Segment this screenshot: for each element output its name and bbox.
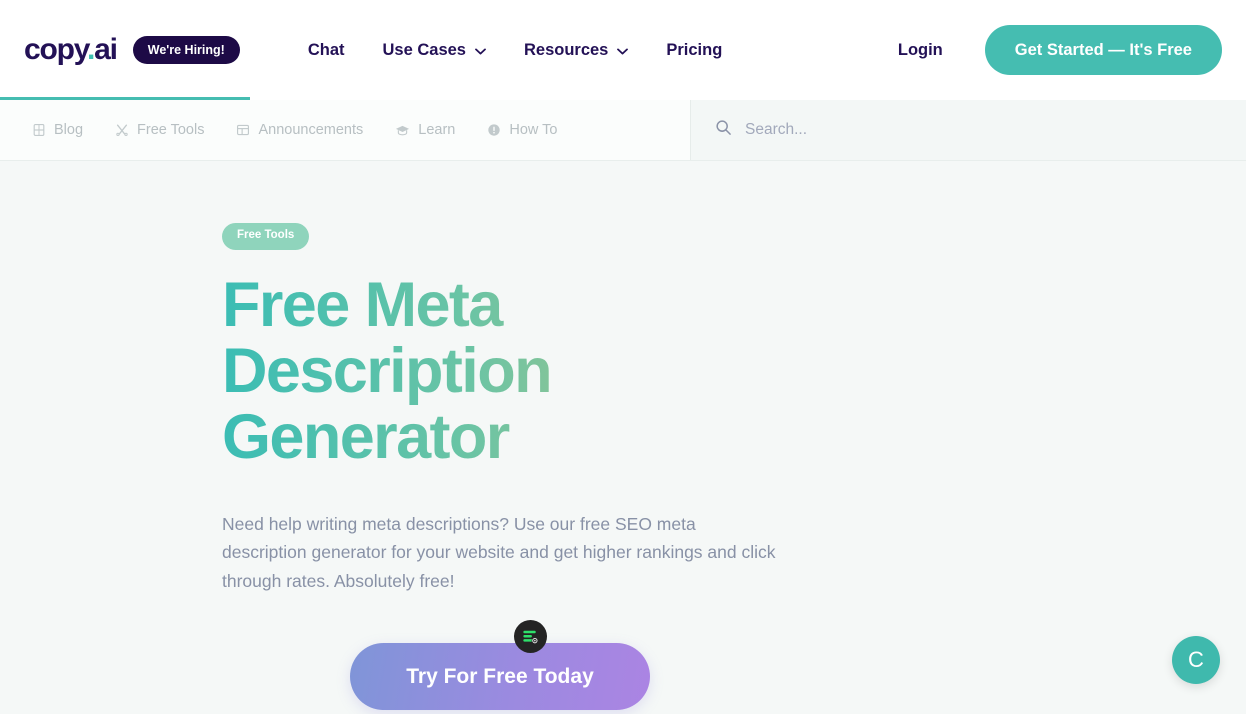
subnav-label: Learn: [418, 122, 456, 138]
page-title: Free Meta Description Generator: [222, 271, 822, 470]
category-badge[interactable]: Free Tools: [222, 223, 310, 250]
tools-icon: [115, 123, 129, 137]
subnav-label: Blog: [54, 122, 84, 138]
subnav-label: How To: [509, 122, 558, 138]
secondary-nav: Blog Free Tools Announcements Learn How: [0, 100, 690, 160]
hero-subtitle: Need help writing meta descriptions? Use…: [222, 513, 776, 591]
brand-logo[interactable]: copy.ai We're Hiring!: [24, 33, 240, 67]
book-icon: [32, 123, 46, 137]
layout-icon: [236, 123, 250, 137]
logo-suffix: ai: [94, 33, 118, 66]
site-header: copy.ai We're Hiring! Chat Use Cases Res…: [0, 0, 1246, 100]
nav-item-pricing[interactable]: Pricing: [666, 41, 722, 60]
nav-item-chat[interactable]: Chat: [308, 41, 345, 60]
subnav-label: Free Tools: [137, 122, 205, 138]
nav-label: Pricing: [666, 40, 723, 59]
get-started-button[interactable]: Get Started — It's Free: [984, 24, 1222, 76]
subnav-item-free-tools[interactable]: Free Tools: [115, 122, 204, 138]
hero-cta-wrapper: Try For Free Today: [222, 642, 778, 710]
search-icon: [715, 119, 732, 141]
subnav-item-announcements[interactable]: Announcements: [236, 122, 363, 138]
chevron-down-icon: [475, 48, 486, 55]
graduation-cap-icon: [395, 123, 410, 138]
primary-nav: Chat Use Cases Resources Pricing: [308, 41, 722, 60]
chevron-down-icon: [617, 48, 629, 55]
nav-label: Chat: [307, 40, 345, 59]
search-input[interactable]: [745, 121, 1105, 139]
logo-text: copy.ai: [24, 33, 118, 67]
nav-item-use-cases[interactable]: Use Cases: [383, 41, 486, 60]
secondary-nav-bar: Blog Free Tools Announcements Learn How: [0, 97, 1246, 161]
chat-launcher-glyph: C: [1188, 647, 1204, 672]
hiring-badge[interactable]: We're Hiring!: [132, 35, 240, 65]
green-bars-settings-icon[interactable]: [514, 620, 547, 653]
subnav-item-how-to[interactable]: How To: [487, 122, 557, 138]
hero-section: Free Tools Free Meta Description Generat…: [0, 161, 1246, 714]
nav-label: Resources: [523, 40, 609, 59]
header-actions: Login Get Started — It's Free: [898, 24, 1222, 76]
chat-launcher-button[interactable]: C: [1172, 636, 1220, 684]
info-circle-icon: [487, 123, 501, 137]
scroll-progress-bar: [0, 97, 250, 100]
search-bar[interactable]: [690, 100, 1246, 160]
nav-label: Use Cases: [382, 40, 466, 59]
subnav-item-blog[interactable]: Blog: [32, 122, 83, 138]
login-link[interactable]: Login: [898, 41, 943, 60]
subnav-item-learn[interactable]: Learn: [395, 122, 455, 138]
try-for-free-button[interactable]: Try For Free Today: [350, 642, 650, 710]
subnav-label: Announcements: [258, 122, 364, 138]
nav-item-resources[interactable]: Resources: [523, 40, 629, 60]
logo-name: copy: [24, 33, 88, 66]
